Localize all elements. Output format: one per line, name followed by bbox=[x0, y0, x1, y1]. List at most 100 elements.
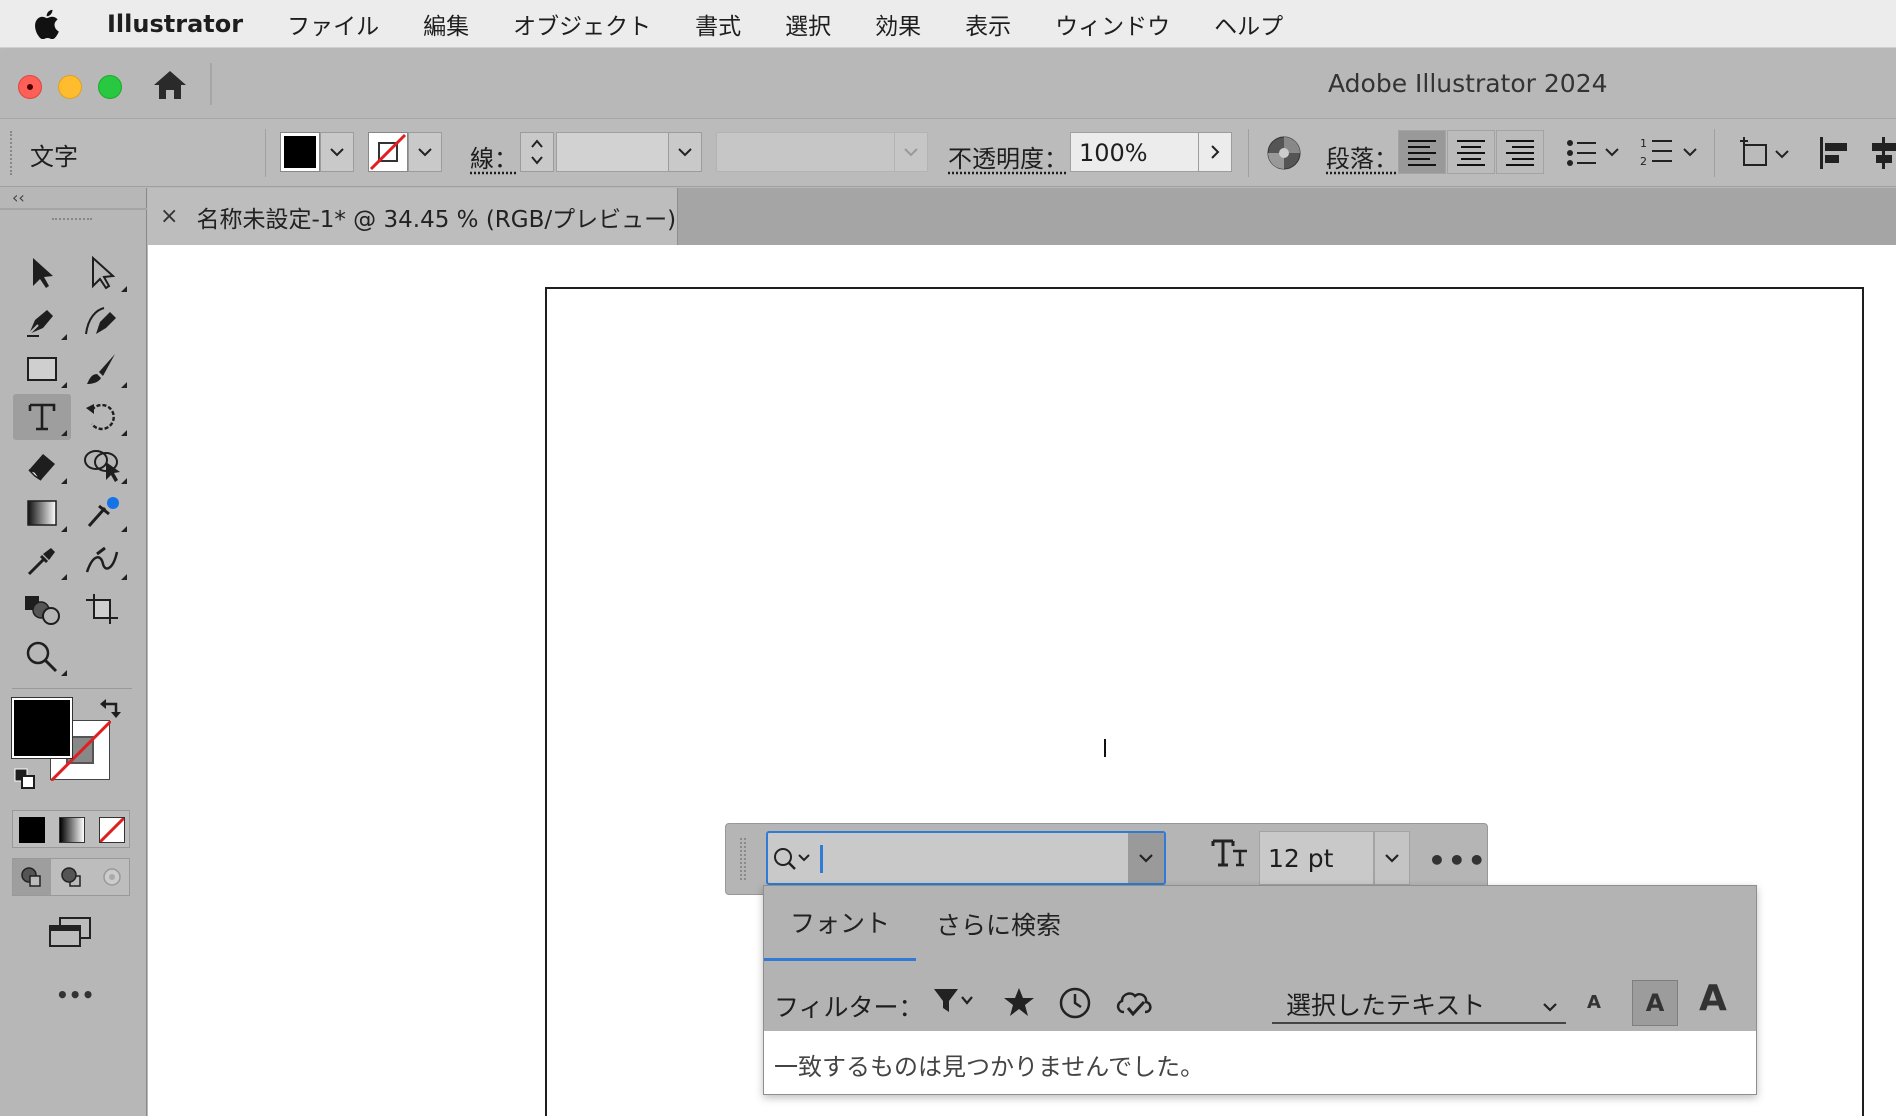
blend-tool[interactable] bbox=[73, 538, 131, 584]
more-options-button[interactable]: ••• bbox=[1428, 844, 1488, 877]
menu-type[interactable]: 書式 bbox=[673, 7, 763, 41]
color-button[interactable] bbox=[19, 817, 45, 843]
collapse-panel-icon[interactable]: ‹‹ bbox=[12, 188, 25, 207]
puppet-warp-tool[interactable] bbox=[73, 490, 131, 536]
draw-normal-button[interactable] bbox=[13, 859, 51, 895]
activated-fonts-cloud-icon[interactable] bbox=[1114, 986, 1154, 1024]
close-window-button[interactable] bbox=[18, 75, 42, 99]
gradient-tool[interactable] bbox=[13, 490, 71, 536]
paragraph-label[interactable]: 段落： bbox=[1326, 139, 1398, 174]
zoom-window-button[interactable] bbox=[98, 75, 122, 99]
rectangle-icon bbox=[27, 357, 57, 381]
minimize-window-button[interactable] bbox=[58, 75, 82, 99]
search-icon[interactable] bbox=[772, 845, 812, 877]
align-left-button[interactable] bbox=[1398, 130, 1446, 174]
artboard-tool[interactable] bbox=[73, 586, 131, 632]
align-right-button[interactable] bbox=[1496, 130, 1544, 174]
bullets-icon[interactable] bbox=[1566, 137, 1622, 173]
menu-view[interactable]: 表示 bbox=[943, 7, 1033, 41]
recolor-icon[interactable] bbox=[1266, 135, 1302, 175]
font-size-dropdown[interactable] bbox=[1374, 831, 1410, 885]
sample-text-dropdown[interactable]: 選択したテキスト bbox=[1272, 986, 1566, 1024]
opacity-field[interactable]: 100% bbox=[1070, 132, 1200, 172]
sample-text-value: 選択したテキスト bbox=[1286, 991, 1486, 1020]
align-objects-left-icon[interactable] bbox=[1818, 135, 1852, 175]
stroke-dropdown[interactable] bbox=[408, 132, 442, 172]
menu-window[interactable]: ウィンドウ bbox=[1033, 7, 1192, 41]
stroke-label[interactable]: 線： bbox=[470, 139, 518, 174]
opacity-label[interactable]: 不透明度： bbox=[948, 139, 1068, 174]
menu-bar: Illustrator ファイル 編集 オブジェクト 書式 選択 効果 表示 ウ… bbox=[0, 0, 1896, 48]
swap-fill-stroke-icon[interactable] bbox=[100, 698, 124, 724]
eraser-tool[interactable] bbox=[13, 442, 71, 488]
menu-select[interactable]: 選択 bbox=[763, 7, 853, 41]
fill-swatch-large[interactable] bbox=[11, 697, 73, 759]
zoom-tool[interactable] bbox=[13, 634, 71, 680]
font-size-field[interactable]: 12 pt bbox=[1259, 831, 1374, 885]
home-icon[interactable] bbox=[150, 67, 190, 103]
stroke-swatch[interactable] bbox=[368, 132, 408, 172]
stroke-weight-field[interactable] bbox=[556, 132, 670, 172]
tools-panel-grip[interactable] bbox=[52, 218, 92, 224]
apple-icon[interactable] bbox=[33, 9, 77, 39]
recently-added-clock-icon[interactable] bbox=[1058, 986, 1092, 1024]
numbering-icon[interactable]: 12 bbox=[1640, 135, 1700, 173]
screen-mode-icon[interactable] bbox=[46, 914, 94, 954]
none-icon bbox=[98, 816, 126, 844]
stroke-weight-stepper[interactable] bbox=[520, 132, 554, 172]
draw-inside-button[interactable] bbox=[93, 859, 131, 895]
draw-behind-button[interactable] bbox=[53, 859, 91, 895]
rectangle-tool[interactable] bbox=[13, 346, 71, 392]
rotate-tool[interactable] bbox=[73, 394, 131, 440]
font-list-dropdown[interactable] bbox=[1128, 833, 1164, 883]
gradient-button[interactable] bbox=[59, 817, 85, 843]
rotate-icon bbox=[86, 403, 115, 431]
default-fill-stroke-icon[interactable] bbox=[14, 768, 36, 794]
align-objects-center-icon[interactable] bbox=[1872, 135, 1896, 175]
close-tab-icon[interactable]: × bbox=[160, 204, 178, 229]
chevron-down-icon bbox=[418, 148, 432, 157]
fill-swatch[interactable] bbox=[280, 132, 320, 172]
fill-dropdown[interactable] bbox=[320, 132, 354, 172]
font-results-list: 一致するものは見つかりませんでした。 bbox=[764, 1031, 1756, 1094]
menu-edit[interactable]: 編集 bbox=[401, 7, 491, 41]
shape-builder-tool[interactable] bbox=[73, 442, 131, 488]
align-center-button[interactable] bbox=[1447, 130, 1495, 174]
document-tab[interactable]: × 名称未設定-1* @ 34.45 % (RGB/プレビュー) bbox=[148, 188, 678, 245]
type-tool[interactable] bbox=[13, 394, 71, 440]
control-bar-grip[interactable] bbox=[10, 131, 13, 175]
color-mode-group bbox=[12, 810, 130, 848]
tab-fonts[interactable]: フォント bbox=[764, 886, 916, 961]
eyedropper-tool[interactable] bbox=[13, 538, 71, 584]
menu-file[interactable]: ファイル bbox=[265, 7, 401, 41]
sample-size-small-button[interactable]: A bbox=[1587, 992, 1601, 1013]
curvature-tool[interactable] bbox=[73, 298, 131, 344]
symbol-sprayer-icon bbox=[85, 546, 119, 573]
transform-icon[interactable] bbox=[1738, 135, 1794, 175]
selection-tool[interactable] bbox=[13, 250, 71, 296]
menu-help[interactable]: ヘルプ bbox=[1192, 7, 1305, 41]
app-menu[interactable]: Illustrator bbox=[107, 10, 243, 38]
sample-size-medium-button[interactable]: A bbox=[1632, 980, 1678, 1026]
sample-size-large-button[interactable]: A bbox=[1699, 978, 1727, 1019]
draw-normal-icon bbox=[21, 867, 41, 887]
symbol-sprayer-tool[interactable] bbox=[13, 586, 71, 632]
paintbrush-tool[interactable] bbox=[73, 346, 131, 392]
menu-object[interactable]: オブジェクト bbox=[491, 7, 673, 41]
favorites-star-icon[interactable] bbox=[1002, 986, 1036, 1022]
menu-effect[interactable]: 効果 bbox=[853, 7, 943, 41]
task-bar-grip[interactable] bbox=[740, 838, 746, 880]
none-button[interactable] bbox=[98, 816, 126, 844]
align-left-icon bbox=[1408, 140, 1436, 166]
font-search-input[interactable] bbox=[766, 831, 1166, 885]
stroke-weight-dropdown[interactable] bbox=[668, 132, 702, 172]
filter-icon[interactable] bbox=[932, 986, 980, 1020]
type-t-icon bbox=[28, 403, 56, 431]
separator bbox=[265, 129, 266, 177]
text-caret bbox=[820, 845, 823, 873]
direct-selection-tool[interactable] bbox=[73, 250, 131, 296]
pen-tool[interactable] bbox=[13, 298, 71, 344]
edit-toolbar-button[interactable]: ••• bbox=[56, 983, 94, 1007]
tab-find-more[interactable]: さらに検索 bbox=[936, 886, 1061, 961]
opacity-flyout[interactable] bbox=[1198, 132, 1232, 172]
